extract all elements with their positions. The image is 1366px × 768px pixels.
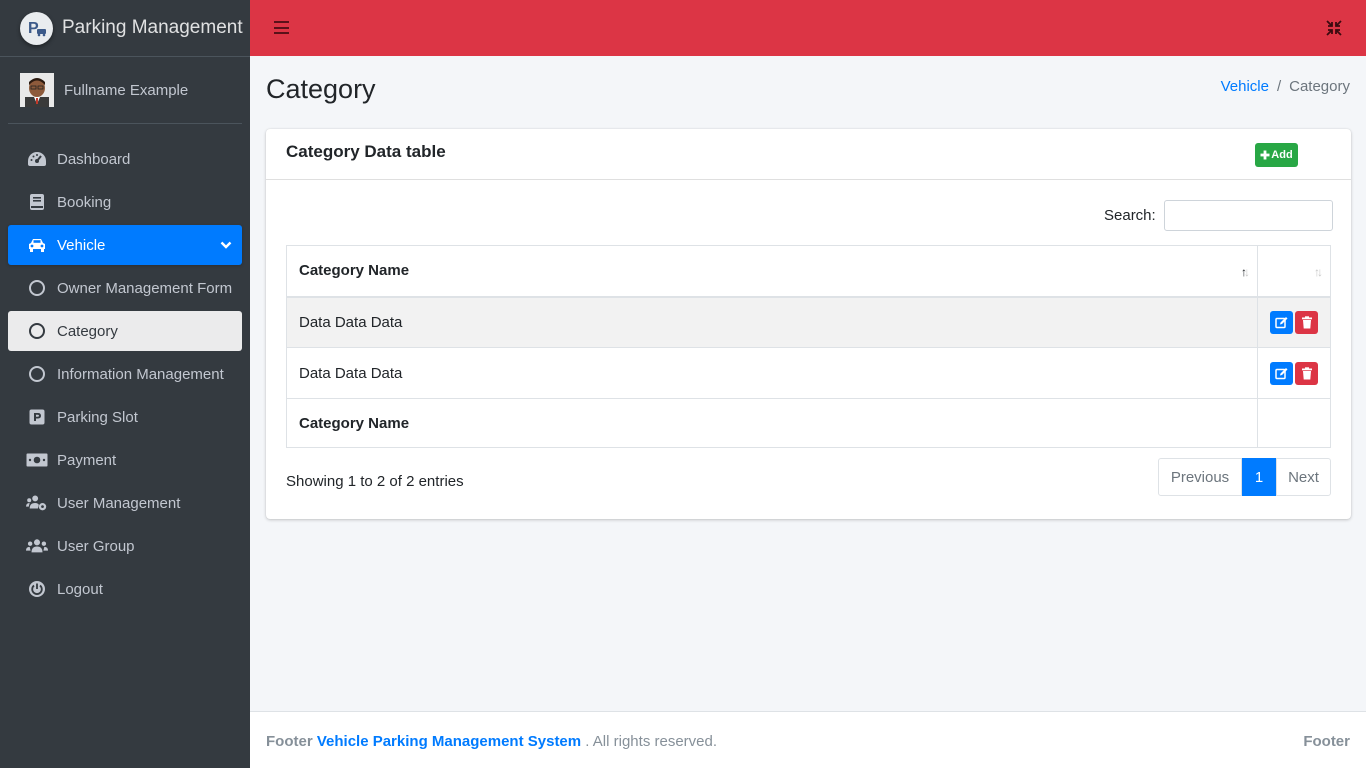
sidebar-item-user-group[interactable]: User Group	[8, 526, 242, 566]
sidebar-item-label: Vehicle	[57, 236, 106, 254]
add-button[interactable]: Add	[1255, 143, 1298, 167]
users-icon	[26, 535, 48, 557]
sidebar-item-label: Dashboard	[57, 150, 131, 168]
sidebar-item-dashboard[interactable]: Dashboard	[8, 139, 242, 179]
sidebar-item-logout[interactable]: Logout	[8, 569, 242, 609]
parking-logo-icon: P	[20, 11, 53, 45]
edit-icon	[1275, 367, 1288, 379]
search-row: Search:	[1104, 200, 1333, 231]
footer-column-category-name: Category Name	[286, 398, 1258, 448]
edit-button[interactable]	[1270, 310, 1293, 334]
sidebar-item-label: User Management	[57, 494, 181, 512]
search-input[interactable]	[1163, 200, 1333, 231]
card-title: Category Data table	[286, 142, 446, 161]
fullscreen-compress-icon[interactable]	[1325, 19, 1343, 42]
sidebar-item-owner-management-form[interactable]: Owner Management Form	[8, 268, 242, 308]
delete-button[interactable]	[1295, 361, 1318, 385]
brand-title: Parking Management	[62, 17, 243, 38]
users-cog-icon	[26, 492, 48, 514]
chevron-down-icon	[220, 237, 232, 254]
category-name-cell: Data Data Data	[286, 296, 1258, 348]
svg-text:P: P	[28, 20, 39, 37]
breadcrumb-current: Category	[1289, 78, 1350, 95]
edit-button[interactable]	[1270, 361, 1293, 385]
sidebar-item-label: Category	[57, 322, 118, 340]
footer-link[interactable]: Vehicle Parking Management System	[317, 733, 581, 750]
footer-suffix: . All rights reserved.	[585, 733, 718, 750]
page-footer: Footer Vehicle Parking Management System…	[250, 711, 1366, 768]
table-info: Showing 1 to 2 of 2 entries	[286, 473, 464, 490]
sidebar-item-label: Payment	[57, 451, 117, 469]
sidebar-item-booking[interactable]: Booking	[8, 182, 242, 222]
sidebar-item-label: Parking Slot	[57, 408, 138, 426]
power-icon	[26, 578, 48, 600]
column-header-label: Category Name	[299, 262, 410, 280]
breadcrumb-link-vehicle[interactable]: Vehicle	[1221, 78, 1269, 95]
user-name[interactable]: Fullname Example	[64, 82, 188, 99]
pagination: Previous 1 Next	[1158, 458, 1331, 496]
sidebar-item-label: Logout	[57, 580, 103, 598]
footer-left: Footer Vehicle Parking Management System…	[266, 733, 717, 750]
sort-icon: ↑↓	[1314, 265, 1323, 279]
table-row: Data Data Data	[286, 296, 1331, 348]
pagination-page-1[interactable]: 1	[1242, 458, 1276, 496]
page-title: Category	[266, 74, 376, 104]
sidebar-item-parking-slot[interactable]: Parking Slot	[8, 397, 242, 437]
edit-icon	[1275, 316, 1288, 328]
dashboard-icon	[26, 148, 48, 170]
category-name-cell: Data Data Data	[286, 347, 1258, 399]
circle-icon	[26, 363, 48, 385]
breadcrumb: Vehicle / Category	[1221, 78, 1350, 95]
footer-column-actions	[1257, 398, 1331, 448]
sidebar-item-category[interactable]: Category	[8, 311, 242, 351]
sidebar-item-label: User Group	[57, 537, 135, 555]
content-header: Category Vehicle / Category	[266, 72, 1350, 108]
table-footer-row: Category Name	[286, 398, 1331, 448]
sidebar-item-label: Booking	[57, 193, 112, 211]
table-row: Data Data Data	[286, 347, 1331, 399]
sidebar-item-information-management[interactable]: Information Management	[8, 354, 242, 394]
sidebar-item-label: Information Management	[57, 365, 224, 383]
parking-icon	[26, 406, 48, 428]
pagination-next[interactable]: Next	[1276, 458, 1331, 496]
search-label: Search:	[1104, 207, 1156, 224]
card-header: Category Data table Add	[266, 129, 1351, 180]
footer-prefix: Footer	[266, 733, 313, 750]
column-header-category-name[interactable]: Category Name ↑↓	[286, 245, 1258, 298]
top-navbar	[250, 0, 1366, 56]
sidebar-item-user-management[interactable]: User Management	[8, 483, 242, 523]
column-header-actions[interactable]: ↑↓	[1257, 245, 1331, 298]
sidebar-item-payment[interactable]: Payment	[8, 440, 242, 480]
pagination-previous[interactable]: Previous	[1158, 458, 1242, 496]
sidebar-nav: Dashboard Booking Vehicle Owner Manageme…	[0, 139, 250, 609]
book-icon	[26, 191, 48, 213]
trash-icon	[1301, 316, 1312, 329]
actions-cell	[1257, 347, 1331, 399]
circle-icon	[26, 320, 48, 342]
sidebar-item-label: Owner Management Form	[57, 279, 233, 297]
category-card: Category Data table Add Search: Category…	[266, 129, 1351, 519]
plus-icon	[1260, 147, 1270, 163]
actions-cell	[1257, 296, 1331, 348]
sidebar-item-vehicle[interactable]: Vehicle	[8, 225, 242, 265]
add-button-label: Add	[1271, 149, 1293, 161]
breadcrumb-separator: /	[1276, 78, 1282, 95]
delete-button[interactable]	[1295, 310, 1318, 334]
category-table: Category Name ↑↓ ↑↓ Data Data Data Data …	[286, 245, 1331, 448]
menu-toggle-icon[interactable]	[274, 21, 289, 34]
circle-icon	[26, 277, 48, 299]
money-icon	[26, 449, 48, 471]
car-icon	[26, 234, 48, 256]
brand-link[interactable]: P Parking Management	[0, 0, 250, 57]
user-panel[interactable]: Fullname Example	[8, 57, 242, 124]
sort-asc-icon: ↑↓	[1241, 265, 1250, 279]
sidebar: P Parking Management Fullname Example Da…	[0, 0, 250, 768]
trash-icon	[1301, 366, 1312, 379]
table-header-row: Category Name ↑↓ ↑↓	[286, 245, 1331, 298]
avatar	[20, 73, 54, 107]
footer-right: Footer	[1303, 733, 1350, 750]
